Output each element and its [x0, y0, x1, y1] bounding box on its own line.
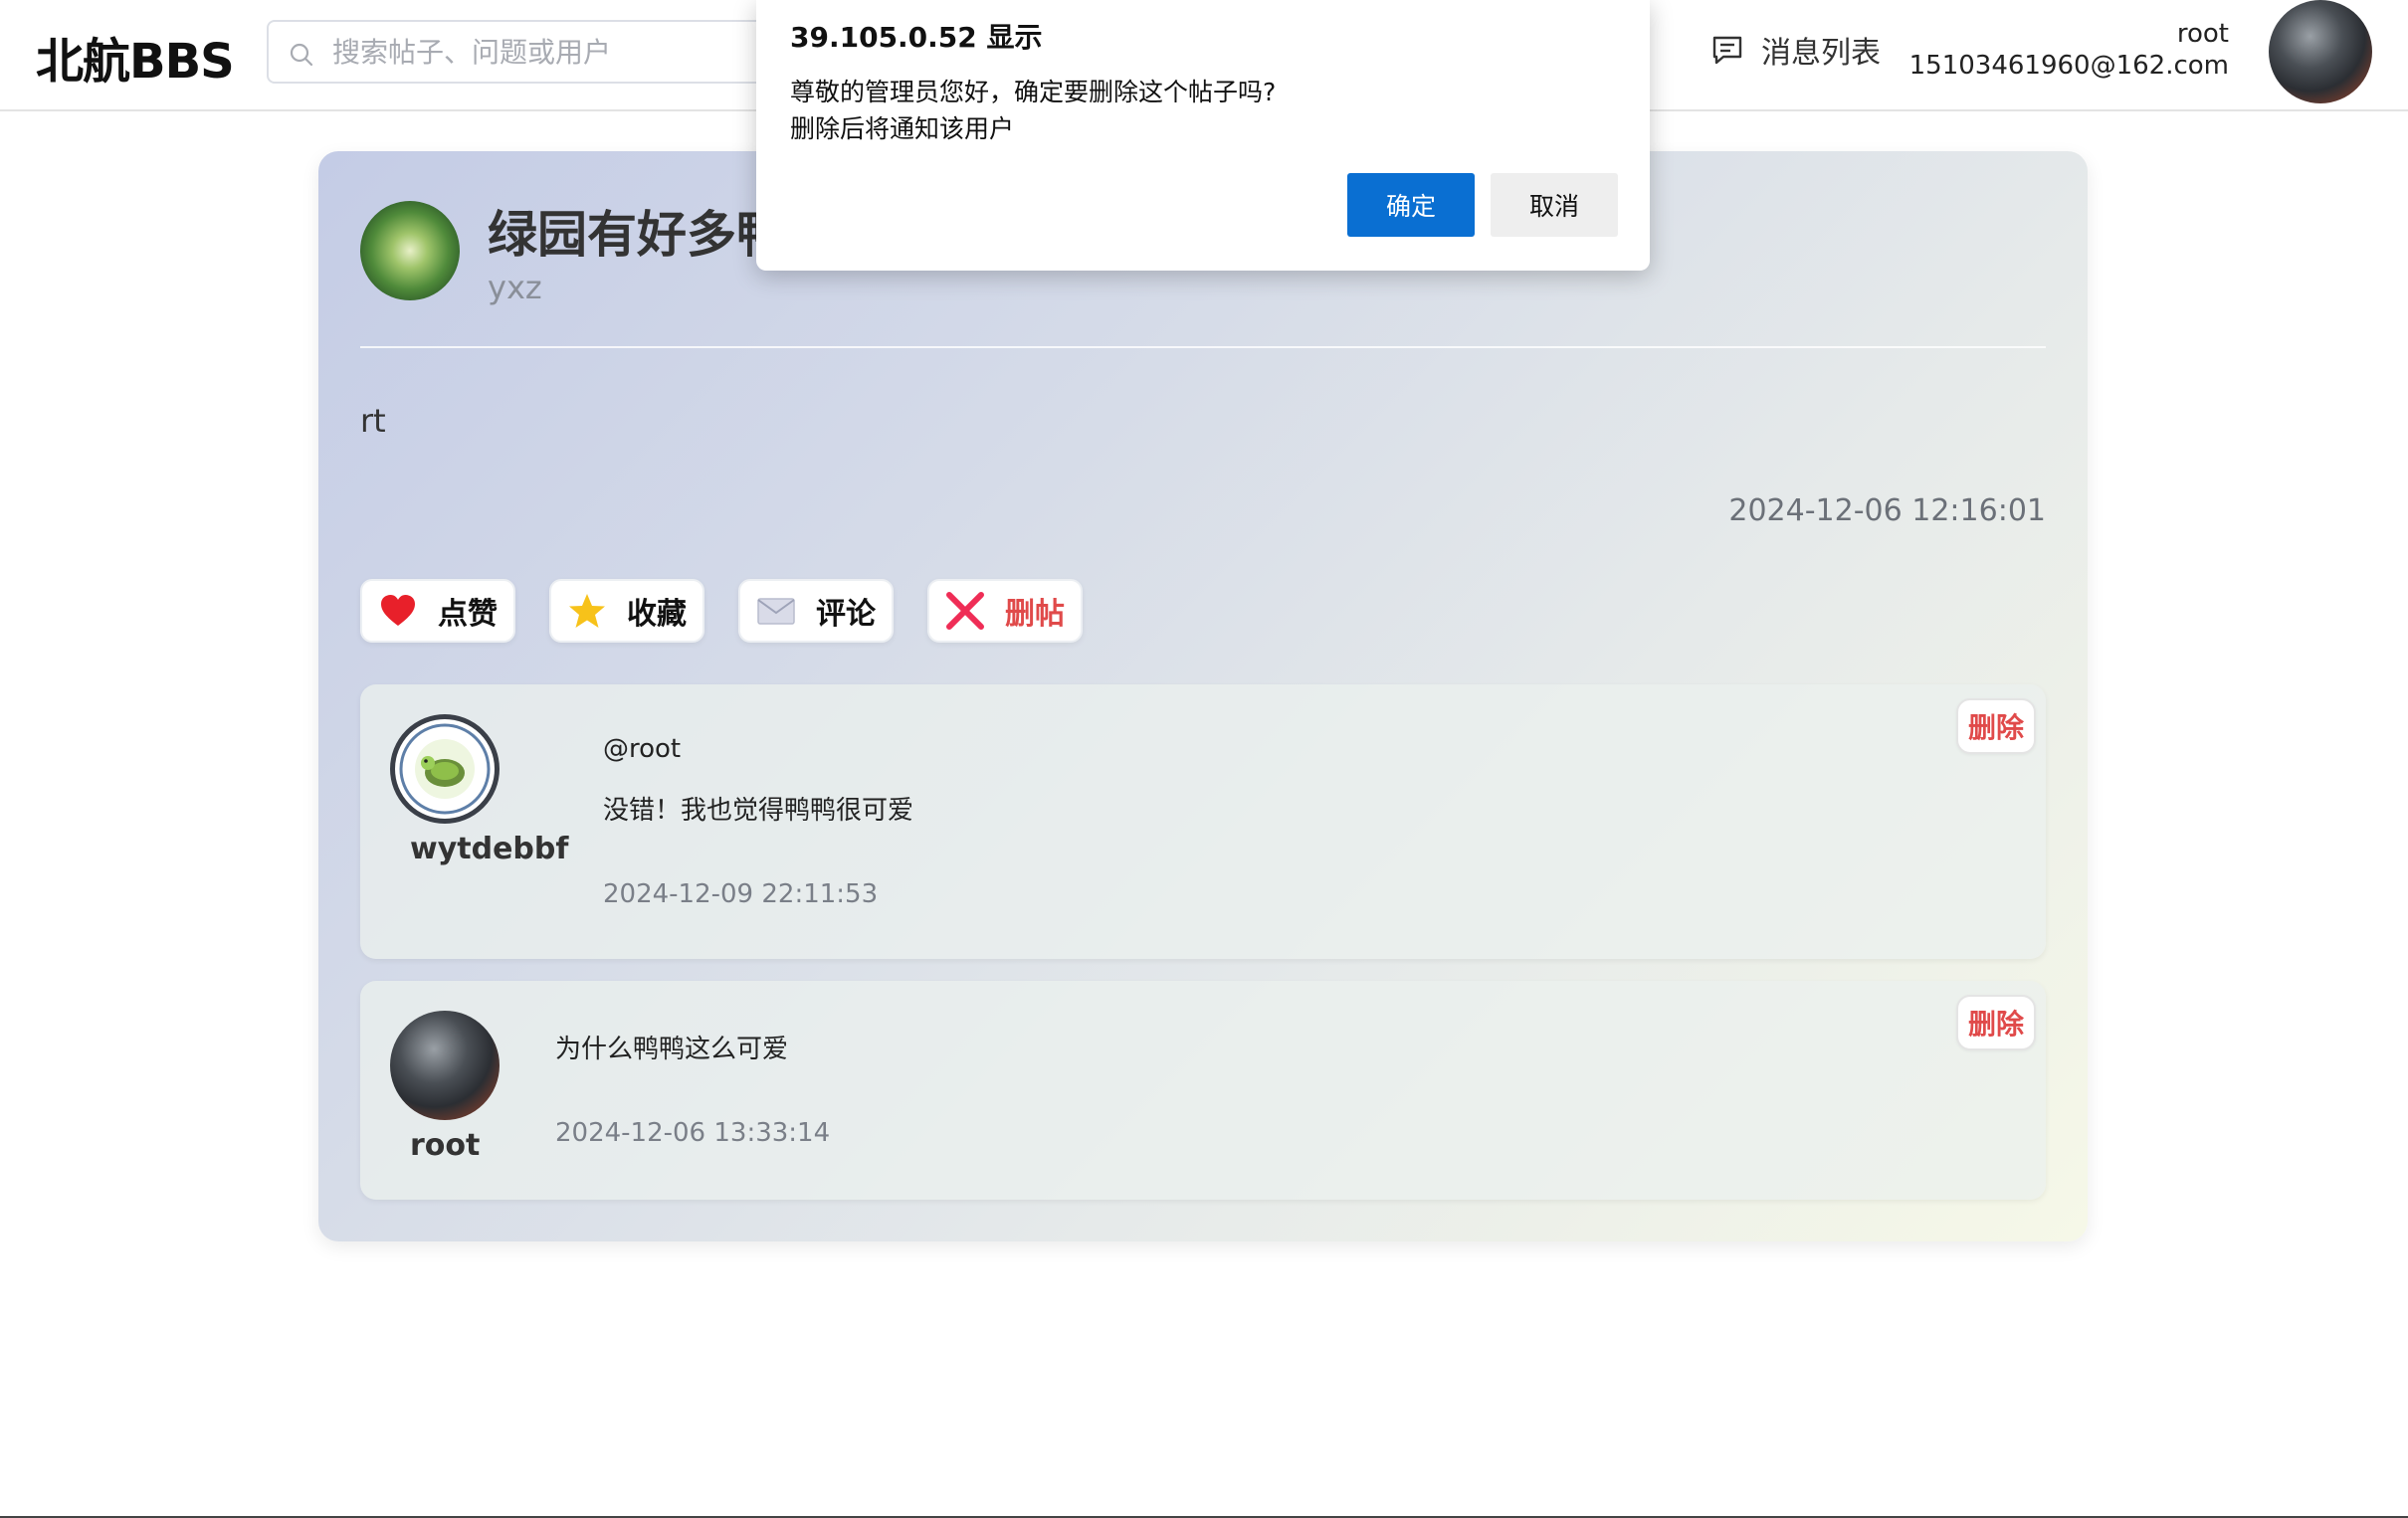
delete-post-label: 删帖: [1005, 597, 1065, 632]
delete-post-button[interactable]: 删帖: [927, 579, 1083, 643]
user-info[interactable]: root 15103461960@162.com: [1909, 18, 2229, 82]
commenter-avatar[interactable]: [390, 714, 500, 824]
search-input[interactable]: [330, 30, 808, 74]
confirm-button[interactable]: 确定: [1347, 173, 1475, 237]
post-actions: 点赞 收藏 评论 删帖: [360, 579, 1083, 643]
user-name: root: [2176, 19, 2229, 49]
comment-text: 为什么鸭鸭这么可爱: [555, 1035, 789, 1064]
header-avatar[interactable]: [2269, 0, 2372, 103]
delete-comment-button[interactable]: 删除: [1956, 698, 2036, 754]
reply-mention[interactable]: @root: [603, 734, 681, 764]
post-author[interactable]: yxz: [488, 269, 542, 306]
commenter-avatar[interactable]: [390, 1011, 500, 1120]
envelope-icon: [757, 598, 795, 625]
dialog-message-line: 删除后将通知该用户: [790, 114, 1015, 143]
commenter-name[interactable]: root: [410, 1128, 480, 1163]
delete-comment-button[interactable]: 删除: [1956, 995, 2036, 1050]
comment-label: 评论: [816, 597, 876, 632]
comment-button[interactable]: 评论: [738, 579, 894, 643]
favorite-button[interactable]: 收藏: [549, 579, 704, 643]
post-timestamp: 2024-12-06 12:16:01: [1728, 493, 2046, 528]
cancel-button[interactable]: 取消: [1491, 173, 1618, 237]
post-author-avatar[interactable]: [360, 201, 460, 300]
search-icon: [290, 43, 313, 67]
turtle-icon: [399, 723, 491, 815]
dialog-message: 尊敬的管理员您好，确定要删除这个帖子吗? 删除后将通知该用户: [790, 74, 1276, 147]
site-logo[interactable]: 北航BBS: [36, 22, 235, 92]
comment-timestamp: 2024-12-06 13:33:14: [555, 1118, 831, 1148]
post-body: rt: [360, 402, 386, 440]
favorite-label: 收藏: [627, 597, 687, 632]
like-label: 点赞: [438, 597, 498, 632]
star-icon: [569, 594, 605, 628]
heart-icon: [381, 595, 415, 626]
messages-label: 消息列表: [1761, 36, 1881, 71]
comment-item: root 为什么鸭鸭这么可爱 2024-12-06 13:33:14 删除: [360, 981, 2046, 1200]
search-box[interactable]: [267, 20, 824, 84]
divider: [360, 346, 2046, 348]
commenter-name[interactable]: wytdebbf: [410, 832, 568, 866]
comment-item: wytdebbf @root 没错！我也觉得鸭鸭很可爱 2024-12-09 2…: [360, 684, 2046, 959]
dialog-message-line: 尊敬的管理员您好，确定要删除这个帖子吗?: [790, 78, 1277, 106]
chat-icon: [1712, 36, 1742, 65]
comment-timestamp: 2024-12-09 22:11:53: [603, 879, 879, 909]
post-title: 绿园有好多鸭: [488, 206, 786, 264]
comment-text: 没错！我也觉得鸭鸭很可爱: [603, 796, 914, 826]
dialog-title: 39.105.0.52 显示: [790, 21, 1043, 54]
post-card: 绿园有好多鸭 yxz rt 2024-12-06 12:16:01 点赞 收藏 …: [318, 151, 2088, 1241]
confirm-dialog: 39.105.0.52 显示 尊敬的管理员您好，确定要删除这个帖子吗? 删除后将…: [756, 0, 1650, 271]
cross-icon: [946, 592, 984, 630]
user-email: 15103461960@162.com: [1908, 51, 2229, 81]
like-button[interactable]: 点赞: [360, 579, 515, 643]
messages-link[interactable]: 消息列表: [1709, 28, 1881, 72]
